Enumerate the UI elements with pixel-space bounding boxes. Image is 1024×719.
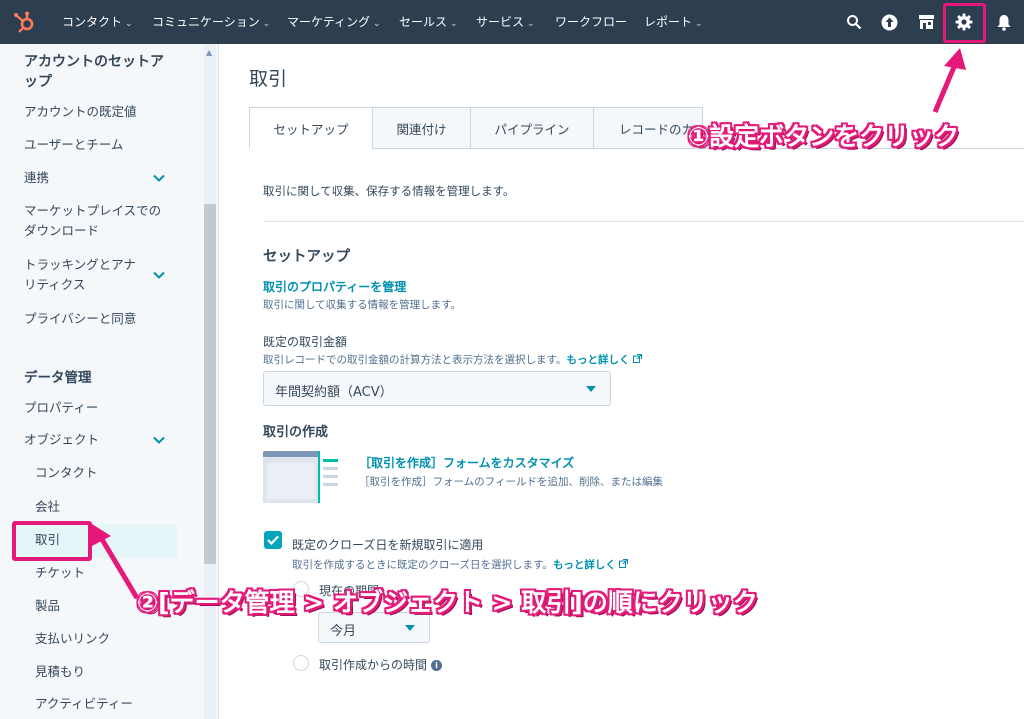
sidebar-scrollbar-thumb[interactable] — [204, 204, 216, 564]
customize-form-link[interactable]: ［取引を作成］フォームをカスタマイズ — [359, 454, 574, 471]
nav-label: コミュニケーション — [152, 15, 260, 29]
tab-pipelines[interactable]: パイプライン — [470, 107, 594, 149]
external-link-icon — [619, 559, 629, 568]
properties-description: 取引に関して収集する情報を管理します。 — [263, 299, 462, 311]
sidebar-item-users-teams[interactable]: ユーザーとチーム — [24, 135, 174, 155]
section-divider — [263, 221, 1024, 222]
form-description: ［取引を作成］フォームのフィールドを追加、削除、または編集 — [359, 476, 663, 488]
sidebar-item-marketplace-downloads[interactable]: マーケットプレイスでのダウンロード — [24, 201, 169, 241]
chevron-down-icon: ⌄ — [527, 19, 535, 29]
sidebar-item-account-defaults[interactable]: アカウントの既定値 — [24, 102, 174, 122]
checkmark-icon — [267, 535, 279, 546]
chevron-down-icon: ⌄ — [450, 19, 458, 29]
nav-label: サービス — [476, 15, 525, 29]
scroll-up-arrow-icon[interactable]: ▲ — [206, 48, 212, 57]
page-title: 取引 — [249, 68, 288, 90]
top-navigation-bar: コンタクト ⌄ コミュニケーション ⌄ マーケティング ⌄ セールス ⌄ サービス ⌄ ワ… — [0, 0, 1024, 44]
thumb-line — [323, 483, 338, 486]
chevron-down-icon[interactable] — [152, 171, 166, 185]
select-value: 今月 — [330, 624, 357, 639]
thumb-line — [323, 459, 338, 462]
thumb-board — [267, 463, 315, 499]
chevron-down-icon: ⌄ — [695, 19, 703, 29]
sidebar-item-contacts[interactable]: コンタクト — [35, 463, 185, 483]
tab-associations[interactable]: 関連付け — [372, 107, 471, 149]
nav-label: コンタクト — [62, 15, 123, 29]
page-description: 取引に関して収集、保存する情報を管理します。 — [263, 184, 515, 198]
nav-service[interactable]: サービス ⌄ — [476, 13, 535, 30]
close-date-label: 既定のクローズ日を新規取引に適用 — [292, 538, 484, 552]
nav-workflows[interactable]: ワークフロー — [555, 13, 627, 30]
sidebar-item-tracking-analytics[interactable]: トラッキングとアナリティクス — [24, 255, 144, 295]
thumb-header — [263, 451, 318, 457]
info-icon[interactable]: i — [431, 660, 443, 671]
chevron-down-icon[interactable] — [152, 268, 166, 282]
nav-label: レポート — [644, 15, 693, 29]
close-date-checkbox[interactable] — [264, 531, 282, 549]
sidebar-item-tickets[interactable]: チケット — [35, 563, 185, 583]
default-amount-select[interactable]: 年間契約額（ACV） — [263, 371, 611, 406]
annotation-step-1: ①設定ボタンをクリック — [688, 122, 960, 151]
nav-label: マーケティング — [287, 15, 371, 29]
sidebar-item-quotes[interactable]: 見積もり — [35, 662, 185, 682]
search-icon[interactable] — [843, 11, 865, 33]
sidebar-item-privacy-consent[interactable]: プライバシーと同意 — [24, 309, 174, 329]
default-amount-label: 既定の取引金額 — [263, 335, 348, 349]
external-link-icon — [632, 354, 642, 363]
deals-highlight-box — [12, 521, 92, 561]
sidebar-item-properties[interactable]: プロパティー — [24, 398, 174, 418]
manage-properties-link[interactable]: 取引のプロパティーを管理 — [263, 278, 406, 295]
deal-creation-heading: 取引の作成 — [263, 425, 329, 440]
chevron-down-icon: ⌄ — [125, 19, 133, 29]
settings-highlight-box — [943, 3, 986, 43]
select-value: 年間契約額（ACV） — [275, 385, 393, 400]
learn-more-link[interactable]: もっと詳しく — [566, 354, 629, 366]
nav-sales[interactable]: セールス ⌄ — [399, 13, 458, 30]
default-amount-description: 取引レコードでの取引金額の計算方法と表示方法を選択します。もっと詳しく — [263, 352, 642, 367]
caret-down-icon — [586, 386, 596, 392]
chevron-down-icon: ⌄ — [262, 19, 271, 29]
sidebar-item-companies[interactable]: 会社 — [35, 497, 185, 517]
nav-reports[interactable]: レポート ⌄ — [644, 13, 703, 30]
sidebar-section-data-management: データ管理 — [24, 370, 92, 386]
nav-label: セールス — [399, 15, 448, 29]
notifications-icon[interactable] — [993, 11, 1015, 33]
setup-heading: セットアップ — [263, 249, 350, 265]
arrow-to-settings — [932, 48, 966, 113]
sidebar-item-activities[interactable]: アクティビティー — [35, 694, 185, 714]
marketplace-icon[interactable] — [915, 11, 937, 33]
annotation-step-2: ②[データ管理 > オブジェクト > 取引]の順にクリック — [137, 588, 758, 617]
nav-label: ワークフロー — [555, 15, 628, 29]
form-preview-thumbnail — [263, 451, 343, 503]
hubspot-sprocket-icon[interactable] — [12, 10, 36, 34]
tab-record-customization[interactable]: レコードのカ — [593, 107, 703, 149]
sidebar-section-title: アカウントのセットアップ — [24, 54, 164, 90]
amount-desc-text: 取引レコードでの取引金額の計算方法と表示方法を選択します。 — [263, 354, 567, 366]
nav-marketing[interactable]: マーケティング ⌄ — [287, 13, 381, 30]
chevron-down-icon: ⌄ — [373, 19, 381, 29]
radio-time-from-creation-label: 取引作成からの時間 i — [319, 656, 443, 673]
chevron-down-icon[interactable] — [152, 433, 166, 447]
close-date-desc-text: 取引を作成するときに既定のクローズ日を選択します。 — [292, 559, 553, 571]
upgrade-icon[interactable] — [878, 11, 900, 33]
nav-contacts[interactable]: コンタクト ⌄ — [62, 13, 133, 30]
thumb-line — [323, 467, 338, 470]
nav-communications[interactable]: コミュニケーション ⌄ — [152, 13, 270, 30]
caret-down-icon — [405, 625, 415, 631]
sidebar-item-payment-links[interactable]: 支払いリンク — [35, 629, 185, 649]
tab-setup[interactable]: セットアップ — [249, 107, 373, 149]
radio-time-from-creation[interactable] — [293, 655, 309, 671]
close-date-description: 取引を作成するときに既定のクローズ日を選択します。もっと詳しく — [292, 557, 629, 572]
radio2-text: 取引作成からの時間 — [319, 658, 428, 672]
thumb-line — [323, 475, 338, 478]
learn-more-link[interactable]: もっと詳しく — [553, 559, 616, 571]
